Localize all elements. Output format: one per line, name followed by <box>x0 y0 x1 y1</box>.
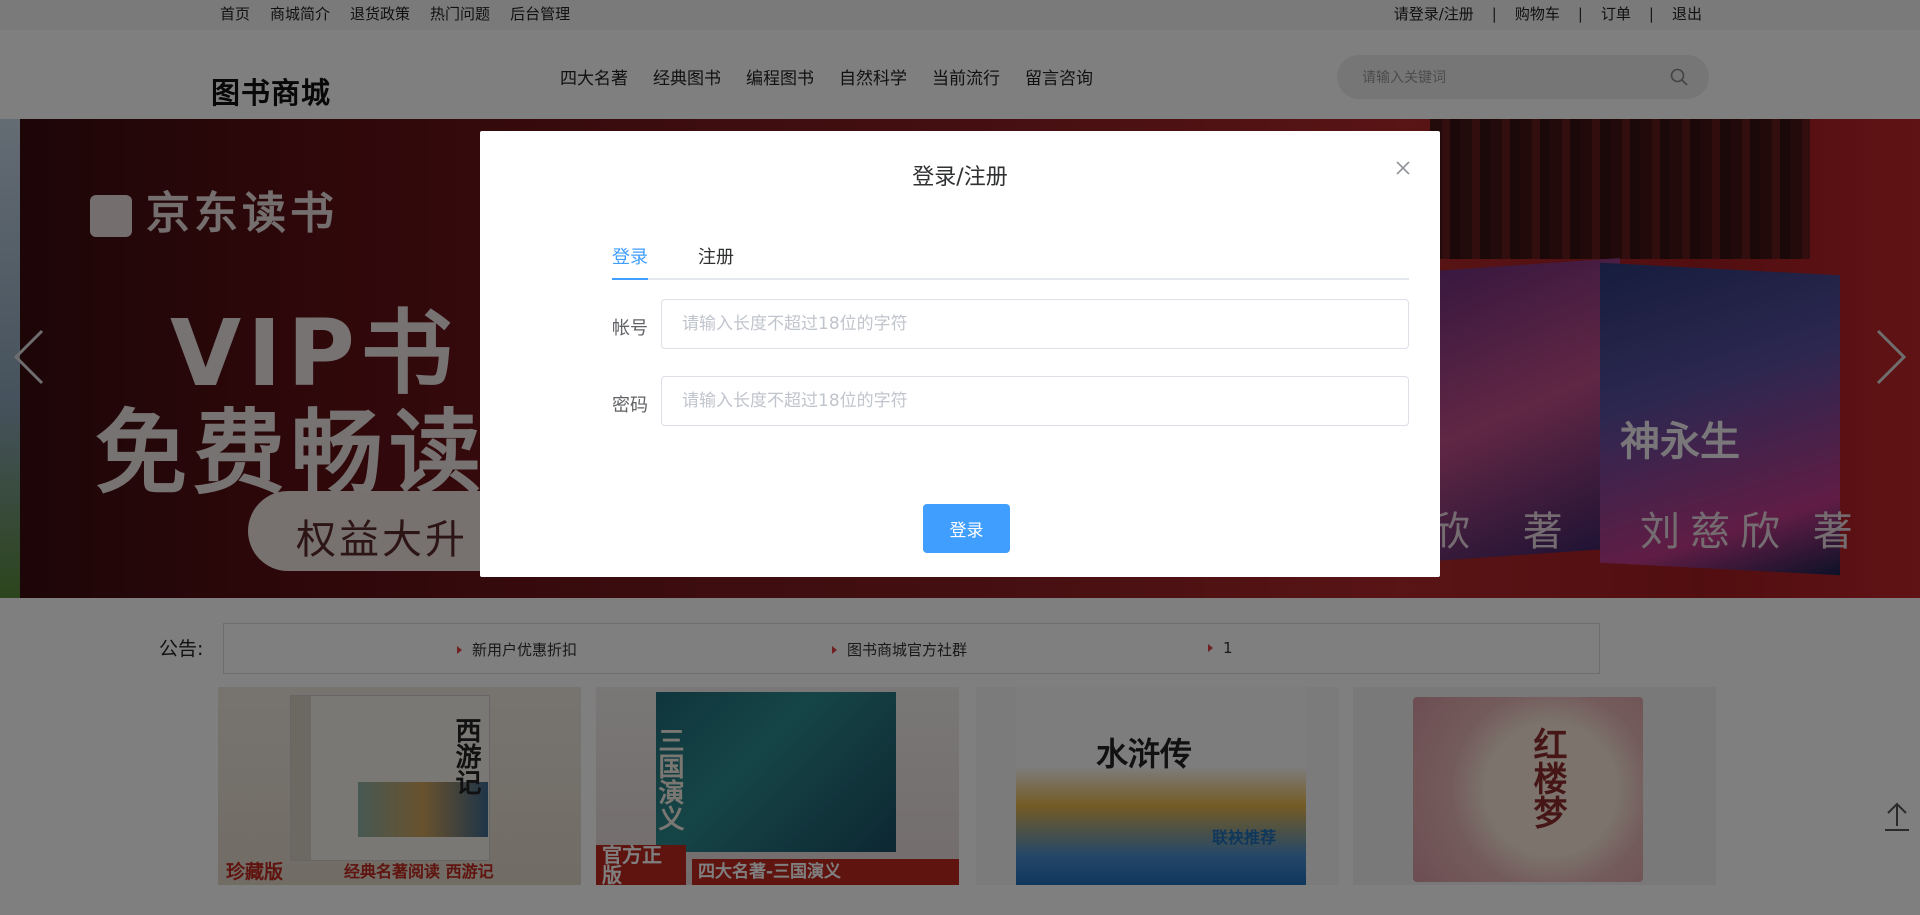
tab-register[interactable]: 注册 <box>698 243 734 269</box>
password-label: 密码 <box>612 395 648 416</box>
account-label: 帐号 <box>612 318 648 339</box>
close-icon[interactable] <box>1394 159 1412 177</box>
active-tab-indicator <box>612 278 648 280</box>
account-field[interactable] <box>661 299 1409 349</box>
dialog-title: 登录/注册 <box>912 165 1008 190</box>
tab-login[interactable]: 登录 <box>612 243 648 269</box>
login-register-dialog: 登录/注册 登录 注册 帐号 密码 登录 <box>480 131 1440 577</box>
auth-tabs: 登录 注册 <box>612 243 1409 280</box>
login-button[interactable]: 登录 <box>923 504 1010 553</box>
password-field[interactable] <box>661 376 1409 426</box>
